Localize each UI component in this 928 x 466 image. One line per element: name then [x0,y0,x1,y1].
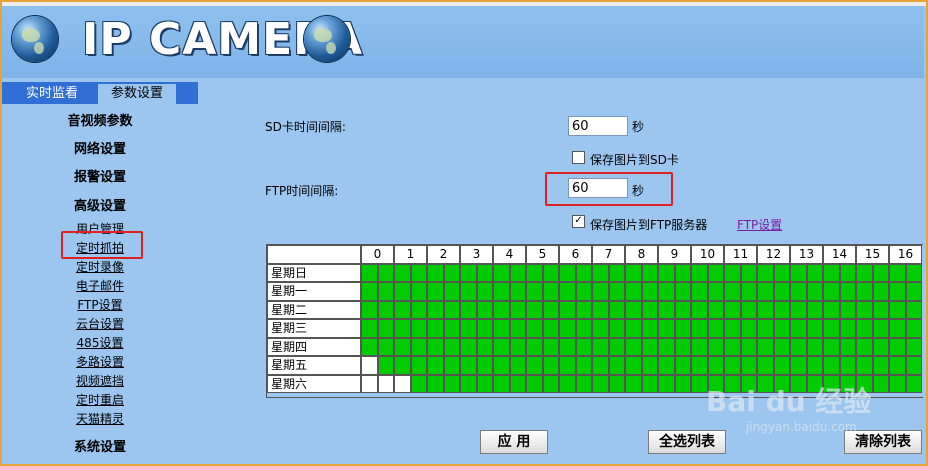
page-frame [0,0,928,466]
